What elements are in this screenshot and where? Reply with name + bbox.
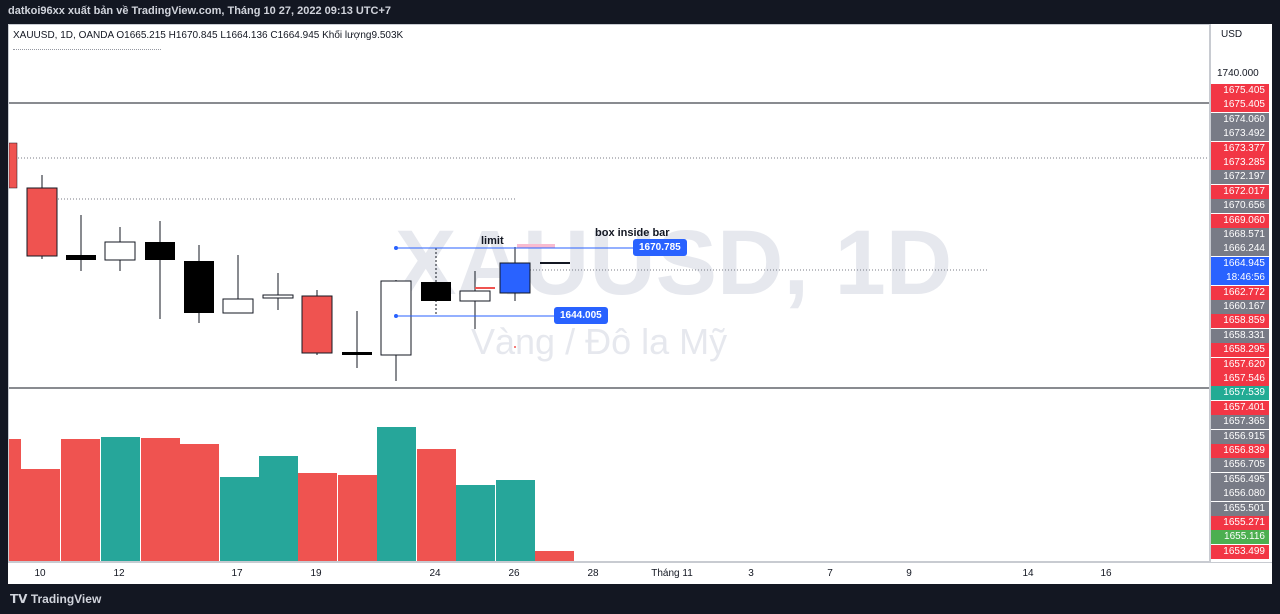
- chart-pane[interactable]: XAUUSD, 1D, OANDA O1665.215 H1670.845 L1…: [8, 24, 1210, 562]
- price-scale[interactable]: USD 1740.000 1675.405 1675.405 1674.060 167…: [1210, 24, 1272, 562]
- price-level-label: 1674.060: [1211, 112, 1269, 127]
- price-level-label: 1662.772: [1211, 285, 1269, 300]
- vol-3: [61, 439, 100, 561]
- candle-3: [66, 255, 96, 260]
- price-level-label: 1670.656: [1211, 199, 1269, 214]
- vol-11: [377, 427, 416, 561]
- candle-5: [145, 242, 175, 260]
- vol-5: [141, 438, 180, 561]
- vol-14: [496, 480, 535, 561]
- tool-anchor-top: [394, 246, 398, 250]
- candle-9: [301, 295, 333, 354]
- tradingview-logo[interactable]: 𝗧𝗩 TradingView: [10, 592, 101, 606]
- price-level-label: 1658.295: [1211, 343, 1269, 358]
- price-level-label: 1657.546: [1211, 372, 1269, 386]
- tool-anchor-bottom: [394, 314, 398, 318]
- candles: [9, 142, 570, 381]
- time-tick: 9: [906, 568, 912, 579]
- vol-1: [9, 439, 21, 561]
- price-level-label: 1668.571: [1211, 228, 1269, 242]
- price-level-label: 1658.859: [1211, 314, 1269, 329]
- candle-8: [262, 294, 294, 299]
- candle-12: [421, 282, 451, 301]
- vol-4: [101, 437, 140, 561]
- time-tick: 24: [429, 568, 441, 579]
- price-top-label: 1740.000: [1217, 68, 1259, 79]
- price-level-label: 1666.244: [1211, 242, 1269, 257]
- vol-12: [417, 449, 456, 561]
- price-tag-top[interactable]: 1670.785: [633, 239, 687, 256]
- time-tick: 12: [113, 568, 125, 579]
- price-level-label: 1669.060: [1211, 213, 1269, 228]
- price-level-label: 1658.331: [1211, 328, 1269, 343]
- price-level-label: 1656.705: [1211, 458, 1269, 473]
- vol-13: [456, 485, 495, 561]
- time-tick: 7: [827, 568, 833, 579]
- candle-6: [184, 261, 214, 313]
- publisher-line: datkoi96xx xuất bản về TradingView.com, …: [8, 5, 392, 17]
- price-level-label: 1673.285: [1211, 156, 1269, 170]
- box-inside-bar-annotation[interactable]: box inside bar: [595, 227, 670, 239]
- price-level-label: 1657.539: [1211, 386, 1269, 401]
- time-axis[interactable]: 10 12 17 19 24 26 28 Tháng 11 3 7 9 14 1…: [8, 562, 1272, 584]
- price-tag-bottom[interactable]: 1644.005: [554, 307, 608, 324]
- candle-14: [499, 262, 531, 294]
- time-tick: 26: [508, 568, 520, 579]
- price-level-label: 1655.501: [1211, 501, 1269, 516]
- price-level-label: 1656.915: [1211, 429, 1269, 444]
- price-level-label: 1664.945: [1211, 256, 1269, 271]
- price-level-label: 1672.197: [1211, 170, 1269, 185]
- candle-1: [9, 142, 18, 189]
- publisher-bar: datkoi96xx xuất bản về TradingView.com, …: [0, 0, 1280, 24]
- time-tick: 14: [1022, 568, 1034, 579]
- chart-canvas[interactable]: [9, 25, 1210, 562]
- limit-annotation[interactable]: limit: [481, 235, 504, 247]
- vol-10: [338, 475, 377, 561]
- vol-8: [259, 456, 298, 561]
- vol-7: [220, 477, 259, 561]
- candle-7: [222, 298, 254, 314]
- candle-2: [26, 187, 58, 257]
- price-level-label: 1657.365: [1211, 415, 1269, 430]
- price-level-label: 1673.492: [1211, 127, 1269, 142]
- price-level-label: 1657.401: [1211, 400, 1269, 415]
- time-tick: 10: [34, 568, 46, 579]
- vol-15: [535, 551, 574, 561]
- dot-marker: [514, 346, 516, 348]
- currency-label: USD: [1221, 29, 1243, 40]
- price-level-label: 1673.377: [1211, 141, 1269, 156]
- price-level-label: 1653.499: [1211, 544, 1269, 559]
- price-level-label: 1675.405: [1211, 98, 1269, 113]
- price-level-label: 1657.620: [1211, 357, 1269, 372]
- time-tick: 3: [748, 568, 754, 579]
- time-tick: 16: [1100, 568, 1112, 579]
- volume-bars: [9, 427, 574, 561]
- price-level-label: 1655.116: [1211, 530, 1269, 545]
- candle-10: [342, 352, 372, 355]
- brand-label: TradingView: [30, 592, 102, 606]
- time-tick: 28: [587, 568, 599, 579]
- price-level-label: 1660.167: [1211, 300, 1269, 314]
- time-tick: 19: [310, 568, 322, 579]
- countdown-label: 18:46:56: [1211, 271, 1269, 286]
- footer-bar: 𝗧𝗩 TradingView: [0, 584, 1280, 614]
- time-tick: 17: [231, 568, 243, 579]
- price-level-label: 1675.405: [1211, 84, 1269, 98]
- time-tick: Tháng 11: [651, 568, 693, 579]
- price-level-label: 1655.271: [1211, 516, 1269, 530]
- candle-13: [459, 290, 491, 302]
- vol-2: [21, 469, 60, 561]
- red-marker: [475, 287, 495, 289]
- price-level-label: 1656.495: [1211, 472, 1269, 487]
- vol-9: [298, 473, 337, 561]
- price-level-label: 1656.839: [1211, 444, 1269, 458]
- tv-logo-icon: 𝗧𝗩: [10, 592, 31, 606]
- vol-6: [180, 444, 219, 561]
- scale-gutter: [1272, 24, 1280, 562]
- candle-4: [104, 241, 136, 261]
- price-level-label: 1672.017: [1211, 184, 1269, 199]
- price-level-label: 1656.080: [1211, 487, 1269, 502]
- pink-box: [517, 244, 555, 248]
